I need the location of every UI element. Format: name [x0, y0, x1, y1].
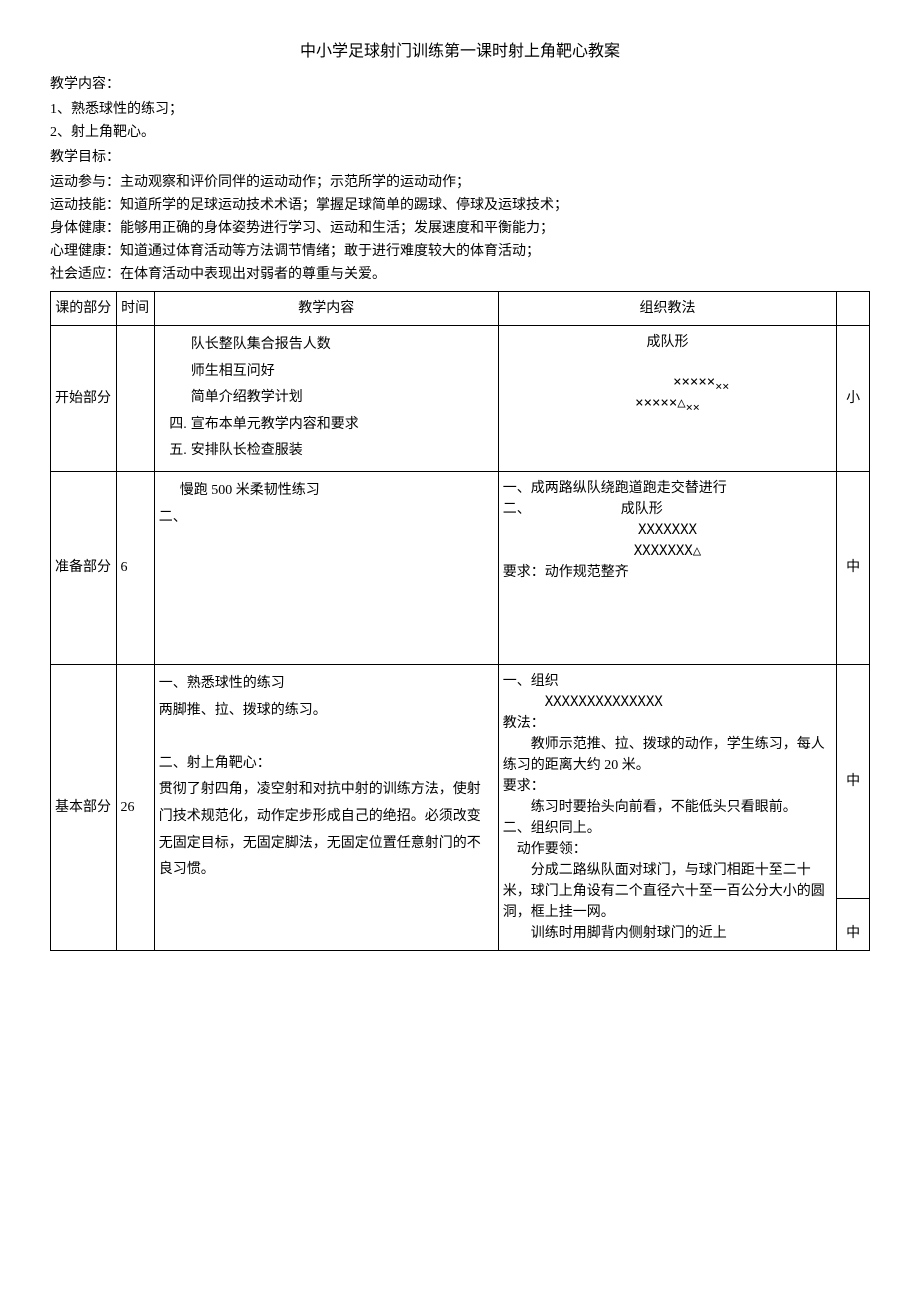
start-m-line2b: ×× [686, 400, 700, 414]
th-time: 时间 [116, 292, 154, 326]
goal-5: 社会适应：在体育活动中表现出对弱者的尊重与关爱。 [50, 264, 870, 285]
prep-m5: 要求：动作规范整齐 [503, 562, 833, 583]
prep-m4: XXXXXXX△ [503, 541, 833, 562]
basic-m10: 训练时用脚背内侧射球门的近上 [503, 923, 833, 944]
start-num4: 四. [159, 412, 191, 439]
heading-goal: 教学目标： [50, 147, 870, 168]
start-c4: 宣布本单元教学内容和要求 [191, 412, 494, 439]
basic-c2: 两脚推、拉、拨球的练习。 [159, 698, 494, 725]
basic-intensity2: 中 [837, 898, 870, 950]
start-m-line1b: ×× [715, 378, 729, 392]
row-start: 开始部分 队长整队集合报告人数 师生相互问好 简单介绍教学计划 四.宣布本单元教… [51, 326, 870, 472]
goal-4: 心理健康：知道通过体育活动等方法调节情绪；敢于进行难度较大的体育活动； [50, 241, 870, 262]
basic-m1: 一、组织 [503, 671, 833, 692]
basic-time: 26 [116, 664, 154, 950]
start-intensity: 小 [837, 326, 870, 472]
prep-method: 一、成两路纵队绕跑道跑走交替进行 二、成队形 XXXXXXX XXXXXXX△ … [498, 471, 837, 664]
goal-3: 身体健康：能够用正确的身体姿势进行学习、运动和生活；发展速度和平衡能力； [50, 218, 870, 239]
prep-m1: 一、成两路纵队绕跑道跑走交替进行 [503, 478, 833, 499]
basic-m7: 二、组织同上。 [503, 818, 833, 839]
document-title: 中小学足球射门训练第一课时射上角靶心教案 [50, 40, 870, 64]
basic-c1: 一、熟悉球性的练习 [159, 671, 494, 698]
table-header-row: 课的部分 时间 教学内容 组织教法 [51, 292, 870, 326]
start-formation: ××××××× ×××××△×× [503, 353, 833, 434]
start-m-line2: ×××××△ [635, 395, 686, 411]
start-c1: 队长整队集合报告人数 [191, 332, 494, 359]
goal-2: 运动技能：知道所学的足球运动技术术语；掌握足球简单的踢球、停球及运球技术； [50, 195, 870, 216]
content-item-1: 1、熟悉球性的练习； [50, 99, 870, 120]
prep-intensity: 中 [837, 471, 870, 664]
basic-method: 一、组织 XXXXXXXXXXXXXX 教法： 教师示范推、拉、拨球的动作，学生… [498, 664, 837, 950]
prep-m2a: 二、 [503, 502, 531, 517]
row-basic: 基本部分 26 一、熟悉球性的练习 两脚推、拉、拨球的练习。 二、射上角靶心： … [51, 664, 870, 898]
basic-m6: 练习时要抬头向前看，不能低头只看眼前。 [503, 797, 833, 818]
basic-part: 基本部分 [51, 664, 117, 950]
basic-m8: 动作要领： [503, 839, 833, 860]
start-c2: 师生相互问好 [191, 359, 494, 386]
start-m-line1: ××××× [673, 374, 715, 390]
start-time [116, 326, 154, 472]
th-part: 课的部分 [51, 292, 117, 326]
heading-content: 教学内容： [50, 74, 870, 95]
lesson-table: 课的部分 时间 教学内容 组织教法 开始部分 队长整队集合报告人数 师生相互问好… [50, 291, 870, 951]
basic-m4: 教师示范推、拉、拨球的动作，学生练习，每人练习的距离大约 20 米。 [503, 734, 833, 776]
prep-num2: 二、 [159, 505, 494, 532]
prep-m2b: 成队形 [621, 502, 663, 517]
prep-time: 6 [116, 471, 154, 664]
prep-part: 准备部分 [51, 471, 117, 664]
basic-m5: 要求： [503, 776, 833, 797]
goal-1: 运动参与：主动观察和评价同伴的运动动作；示范所学的运动动作； [50, 172, 870, 193]
prep-m3: XXXXXXX [503, 520, 833, 541]
start-c5: 安排队长检查服装 [191, 438, 494, 465]
start-content: 队长整队集合报告人数 师生相互问好 简单介绍教学计划 四.宣布本单元教学内容和要… [154, 326, 498, 472]
content-item-2: 2、射上角靶心。 [50, 122, 870, 143]
basic-content: 一、熟悉球性的练习 两脚推、拉、拨球的练习。 二、射上角靶心： 贯彻了射四角，凌… [154, 664, 498, 950]
basic-c3: 二、射上角靶心： [159, 751, 494, 778]
prep-content: 慢跑 500 米柔韧性练习 二、 [154, 471, 498, 664]
th-method: 组织教法 [498, 292, 837, 326]
basic-m3: 教法： [503, 713, 833, 734]
basic-m2: XXXXXXXXXXXXXX [503, 692, 833, 713]
start-formation-title: 成队形 [503, 332, 833, 353]
prep-c1: 慢跑 500 米柔韧性练习 [159, 478, 494, 505]
start-method: 成队形 ××××××× ×××××△×× [498, 326, 837, 472]
start-num5: 五. [159, 438, 191, 465]
start-c3: 简单介绍教学计划 [191, 385, 494, 412]
basic-intensity: 中 [837, 664, 870, 898]
th-intensity [837, 292, 870, 326]
basic-c4: 贯彻了射四角，凌空射和对抗中射的训练方法，使射门技术规范化，动作定步形成自己的绝… [159, 777, 494, 883]
th-content: 教学内容 [154, 292, 498, 326]
row-prep: 准备部分 6 慢跑 500 米柔韧性练习 二、 一、成两路纵队绕跑道跑走交替进行… [51, 471, 870, 664]
basic-m9: 分成二路纵队面对球门，与球门相距十至二十米，球门上角设有二个直径六十至一百公分大… [503, 860, 833, 923]
start-part: 开始部分 [51, 326, 117, 472]
